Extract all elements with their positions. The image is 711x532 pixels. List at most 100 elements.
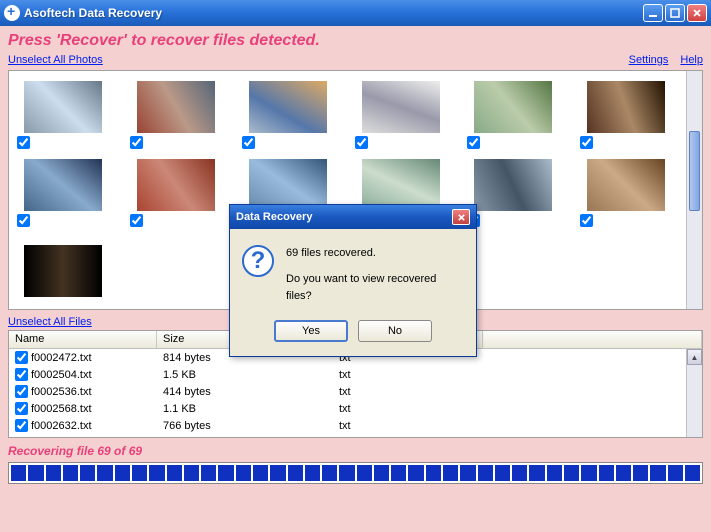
instruction-text: Press 'Recover' to recover files detecte…: [8, 32, 703, 50]
progress-segment: [184, 465, 199, 481]
progress-segment: [115, 465, 130, 481]
progress-segment: [270, 465, 285, 481]
yes-button[interactable]: Yes: [274, 320, 348, 342]
file-name: f0002632.txt: [31, 420, 92, 432]
file-extension: txt: [333, 386, 483, 398]
file-extension: txt: [333, 403, 483, 415]
progress-segment: [668, 465, 683, 481]
files-scrollbar[interactable]: ▲: [686, 349, 702, 437]
photo-item[interactable]: [19, 245, 107, 297]
progress-segment: [616, 465, 631, 481]
photo-item[interactable]: [244, 81, 332, 133]
table-row[interactable]: f0002504.txt1.5 KBtxt: [9, 366, 702, 383]
dialog-message-2: Do you want to view recovered files?: [286, 271, 464, 306]
progress-segment: [80, 465, 95, 481]
file-extension: txt: [333, 420, 483, 432]
progress-segment: [512, 465, 527, 481]
main-panel: Press 'Recover' to recover files detecte…: [0, 26, 711, 532]
minimize-button[interactable]: [643, 4, 663, 22]
progress-segment: [391, 465, 406, 481]
progress-segment: [495, 465, 510, 481]
photo-checkbox[interactable]: [17, 214, 30, 227]
photo-thumbnail[interactable]: [24, 81, 102, 133]
table-row[interactable]: f0002536.txt414 bytestxt: [9, 383, 702, 400]
photo-checkbox[interactable]: [242, 136, 255, 149]
window-titlebar: Asoftech Data Recovery: [0, 0, 711, 26]
progress-segment: [63, 465, 78, 481]
progress-segment: [564, 465, 579, 481]
unselect-all-photos-link[interactable]: Unselect All Photos: [8, 54, 103, 66]
dialog-message-1: 69 files recovered.: [286, 245, 464, 263]
close-button[interactable]: [687, 4, 707, 22]
photo-checkbox[interactable]: [130, 214, 143, 227]
photo-thumbnail[interactable]: [587, 159, 665, 211]
question-icon: ?: [242, 245, 274, 277]
progress-segment: [633, 465, 648, 481]
photo-thumbnail[interactable]: [24, 159, 102, 211]
progress-segment: [443, 465, 458, 481]
maximize-button[interactable]: [665, 4, 685, 22]
photo-item[interactable]: [469, 159, 557, 211]
file-checkbox[interactable]: [15, 385, 28, 398]
photo-checkbox[interactable]: [580, 214, 593, 227]
photo-thumbnail[interactable]: [137, 159, 215, 211]
table-row[interactable]: f0002568.txt 1.1 KBtxt: [9, 400, 702, 417]
progress-segment: [339, 465, 354, 481]
progress-segment: [581, 465, 596, 481]
progress-segment: [599, 465, 614, 481]
file-size: 766 bytes: [157, 420, 333, 432]
progress-segment: [650, 465, 665, 481]
photo-item[interactable]: [582, 81, 670, 133]
photo-thumbnail[interactable]: [587, 81, 665, 133]
progress-segment: [132, 465, 147, 481]
photo-checkbox[interactable]: [580, 136, 593, 149]
photo-item[interactable]: [357, 81, 445, 133]
progress-segment: [529, 465, 544, 481]
photo-checkbox[interactable]: [467, 136, 480, 149]
settings-link[interactable]: Settings: [629, 54, 669, 66]
column-name[interactable]: Name: [9, 331, 157, 348]
photo-item[interactable]: [19, 81, 107, 133]
file-checkbox[interactable]: [15, 402, 28, 415]
progress-segment: [236, 465, 251, 481]
photos-scrollbar[interactable]: [686, 71, 702, 309]
window-title: Asoftech Data Recovery: [24, 6, 643, 20]
file-name: f0002568.txt: [31, 403, 92, 415]
photo-thumbnail[interactable]: [249, 81, 327, 133]
photo-item[interactable]: [132, 159, 220, 211]
photo-item[interactable]: [132, 81, 220, 133]
progress-segment: [547, 465, 562, 481]
progress-label: Recovering file 69 of 69: [8, 444, 703, 458]
photo-item[interactable]: [469, 81, 557, 133]
progress-segment: [408, 465, 423, 481]
column-spacer: [483, 331, 702, 348]
photo-item[interactable]: [19, 159, 107, 211]
progress-segment: [11, 465, 26, 481]
photo-thumbnail[interactable]: [474, 81, 552, 133]
file-size: 1.5 KB: [157, 369, 333, 381]
photo-thumbnail[interactable]: [362, 81, 440, 133]
file-checkbox[interactable]: [15, 351, 28, 364]
app-icon: [4, 5, 20, 21]
table-row[interactable]: f0002632.txt 766 bytestxt: [9, 417, 702, 434]
scroll-up-icon[interactable]: ▲: [687, 349, 702, 365]
photo-checkbox[interactable]: [17, 136, 30, 149]
photo-checkbox[interactable]: [355, 136, 368, 149]
file-checkbox[interactable]: [15, 368, 28, 381]
progress-segment: [357, 465, 372, 481]
scrollbar-thumb[interactable]: [689, 131, 700, 211]
progress-segment: [460, 465, 475, 481]
dialog-titlebar: Data Recovery: [230, 205, 476, 229]
dialog-close-button[interactable]: [452, 209, 470, 225]
photo-thumbnail[interactable]: [137, 81, 215, 133]
file-name: f0002472.txt: [31, 352, 92, 364]
file-size: 1.1 KB: [157, 403, 333, 415]
no-button[interactable]: No: [358, 320, 432, 342]
photo-thumbnail[interactable]: [474, 159, 552, 211]
photo-item[interactable]: [582, 159, 670, 211]
progress-segment: [149, 465, 164, 481]
photo-checkbox[interactable]: [130, 136, 143, 149]
help-link[interactable]: Help: [680, 54, 703, 66]
file-checkbox[interactable]: [15, 419, 28, 432]
unselect-all-files-link[interactable]: Unselect All Files: [8, 316, 92, 328]
